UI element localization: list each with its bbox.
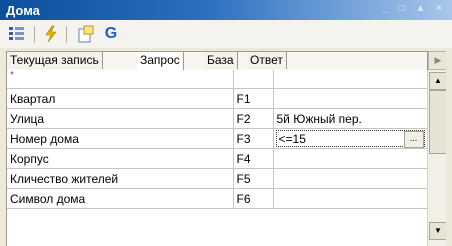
table-row[interactable]: Символ дома F6 xyxy=(7,188,428,209)
condition-edit-value[interactable]: <=15 xyxy=(279,132,306,146)
table-row[interactable]: Номер дома F3 <=15 ... xyxy=(7,128,428,149)
field-code: F1 xyxy=(233,88,274,109)
field-code: F6 xyxy=(233,188,274,209)
toolbar-separator xyxy=(66,26,67,43)
field-name: Символ дома xyxy=(7,188,234,209)
field-list-icon xyxy=(9,27,24,40)
field-name: Квартал xyxy=(7,88,234,109)
new-document-icon xyxy=(78,25,94,43)
g-command-button[interactable]: G xyxy=(100,24,122,44)
condition-cell[interactable] xyxy=(273,88,428,109)
new-row-marker: * xyxy=(7,70,234,89)
tab-base[interactable]: База xyxy=(204,52,238,69)
new-row-marker-row: * xyxy=(7,70,428,89)
field-name: Номер дома xyxy=(7,128,234,149)
table-row[interactable]: Корпус F4 xyxy=(7,148,428,169)
toolbar: G xyxy=(0,20,452,49)
tab-current-record[interactable]: Текущая запись xyxy=(7,52,103,69)
scroll-thumb[interactable] xyxy=(429,90,447,154)
tab-scroll-right-icon[interactable]: ▶ xyxy=(428,51,448,70)
window-controls[interactable]: _ □ ▲ × xyxy=(382,3,446,14)
ellipsis-button[interactable]: ... xyxy=(403,131,424,148)
tab-frame: Текущая запись Запрос База Ответ xyxy=(6,51,428,70)
toolbar-separator xyxy=(34,26,35,43)
field-code: F2 xyxy=(233,108,274,129)
table-row[interactable]: Кличество жителей F5 xyxy=(7,168,428,189)
query-table: * Квартал F1 Улица F2 5й Южный пер. Номе… xyxy=(7,70,428,209)
lightning-icon xyxy=(45,25,57,43)
tab-strip: Текущая запись Запрос База Ответ ▶ xyxy=(0,48,452,70)
condition-edit-cell[interactable]: <=15 ... xyxy=(273,128,428,149)
field-name: Улица xyxy=(7,108,234,129)
condition-cell[interactable] xyxy=(273,188,428,209)
scroll-up-icon[interactable]: ▲ xyxy=(429,72,447,90)
table-row[interactable]: Квартал F1 xyxy=(7,88,428,109)
condition-cell[interactable] xyxy=(273,168,428,189)
condition-cell[interactable] xyxy=(273,148,428,169)
field-list-button[interactable] xyxy=(6,24,28,44)
execute-button[interactable] xyxy=(40,24,62,44)
field-name: Корпус xyxy=(7,148,234,169)
condition-editor[interactable]: <=15 ... xyxy=(275,130,425,148)
field-code: F4 xyxy=(233,148,274,169)
new-document-button[interactable] xyxy=(74,24,96,44)
field-code: F3 xyxy=(233,128,274,149)
window-edge xyxy=(446,48,452,246)
tab-answer[interactable]: Ответ xyxy=(247,52,287,69)
field-code: F5 xyxy=(233,168,274,189)
table-row[interactable]: Улица F2 5й Южный пер. xyxy=(7,108,428,129)
field-name: Кличество жителей xyxy=(7,168,234,189)
app-window: Дома _ □ ▲ × G Текущая запись Запрос Баз… xyxy=(0,0,452,246)
window-title: Дома xyxy=(6,3,40,18)
query-grid: * Квартал F1 Улица F2 5й Южный пер. Номе… xyxy=(6,70,428,246)
scroll-down-icon[interactable]: ▼ xyxy=(429,222,447,240)
condition-cell[interactable]: 5й Южный пер. xyxy=(273,108,428,129)
vertical-scrollbar[interactable]: ▲ ▼ xyxy=(427,70,447,246)
title-bar[interactable]: Дома _ □ ▲ × xyxy=(0,0,452,20)
tab-query[interactable]: Запрос xyxy=(137,52,184,70)
g-letter-icon: G xyxy=(104,25,118,42)
